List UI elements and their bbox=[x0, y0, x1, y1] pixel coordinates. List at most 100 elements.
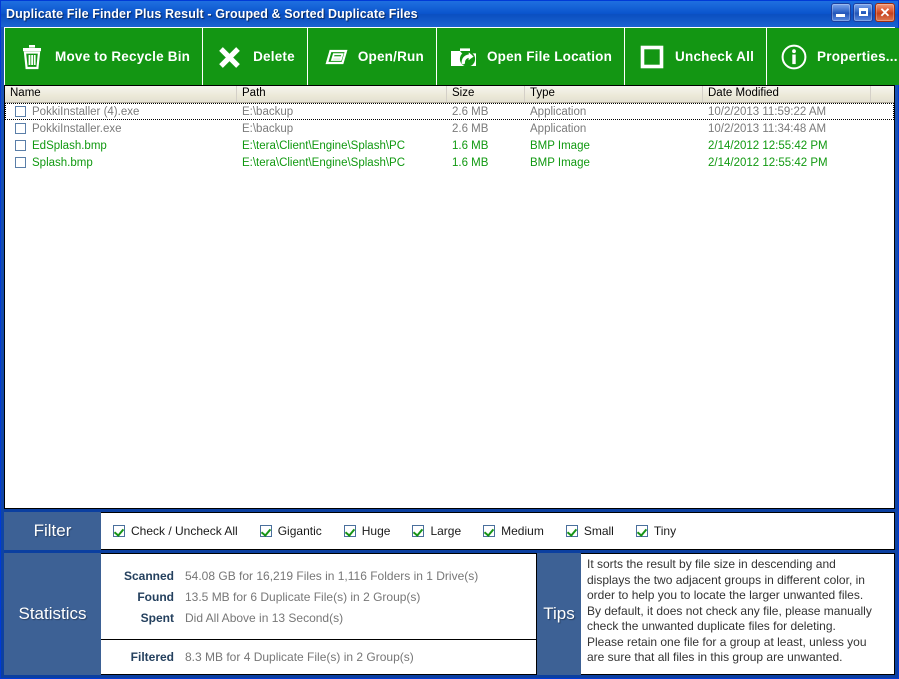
column-header-path[interactable]: Path bbox=[237, 86, 447, 102]
table-row[interactable]: EdSplash.bmp E:\tera\Client\Engine\Splas… bbox=[5, 137, 894, 154]
title-bar[interactable]: Duplicate File Finder Plus Result - Grou… bbox=[1, 1, 898, 27]
row-checkbox[interactable] bbox=[15, 157, 26, 168]
row-checkbox[interactable] bbox=[15, 106, 26, 117]
row-path-cell: E:\backup bbox=[242, 122, 294, 135]
filter-large[interactable]: Large bbox=[412, 524, 461, 538]
row-name-cell[interactable]: PokkiInstaller (4).exe bbox=[5, 106, 237, 118]
tips-line: displays the two adjacent groups in diff… bbox=[587, 572, 865, 587]
filter-label-text: Check / Uncheck All bbox=[131, 524, 238, 538]
row-name-label: PokkiInstaller.exe bbox=[32, 122, 122, 135]
delete-button[interactable]: Delete bbox=[203, 28, 308, 85]
move-to-recycle-bin-button[interactable]: Move to Recycle Bin bbox=[5, 28, 204, 85]
row-type-cell: BMP Image bbox=[530, 156, 590, 169]
table-row[interactable]: PokkiInstaller.exe E:\backup 2.6 MB Appl… bbox=[5, 120, 894, 137]
window-client-area: Move to Recycle Bin Delete Open/Run Open… bbox=[4, 27, 899, 675]
filter-huge[interactable]: Huge bbox=[343, 524, 391, 538]
row-date-cell: 10/2/2013 11:59:22 AM bbox=[708, 105, 827, 118]
statistics-row-label: Filtered bbox=[130, 650, 174, 664]
row-checkbox[interactable] bbox=[15, 123, 26, 134]
statistics-filtered: Filtered 8.3 MB for 4 Duplicate File(s) … bbox=[101, 640, 536, 674]
filter-label-text: Gigantic bbox=[277, 524, 322, 538]
statistics-row-filtered: Filtered 8.3 MB for 4 Duplicate File(s) … bbox=[101, 647, 536, 668]
tips-panel-label: Tips bbox=[537, 553, 581, 675]
tips-body: It sorts the result by file size in desc… bbox=[581, 553, 895, 675]
column-header-date-modified[interactable]: Date Modified bbox=[703, 86, 871, 102]
toolbar: Move to Recycle Bin Delete Open/Run Open… bbox=[4, 27, 899, 85]
checkbox-icon[interactable] bbox=[412, 525, 425, 537]
duplicate-file-list[interactable]: Name Path Size Type Date Modified PokkiI… bbox=[4, 85, 895, 509]
checkbox-icon[interactable] bbox=[635, 525, 648, 537]
filter-bar: Filter Check / Uncheck All Gigantic Huge… bbox=[4, 512, 895, 550]
statistics-summary: Scanned 54.08 GB for 16,219 Files in 1,1… bbox=[101, 554, 536, 640]
filter-tiny[interactable]: Tiny bbox=[635, 524, 677, 538]
open-file-location-label: Open File Location bbox=[486, 49, 613, 64]
window-title: Duplicate File Finder Plus Result - Grou… bbox=[6, 7, 418, 21]
column-header-filler bbox=[871, 86, 894, 102]
checkbox-icon[interactable] bbox=[483, 525, 496, 537]
filter-label-text: Large bbox=[430, 524, 462, 538]
row-date-cell: 2/14/2012 12:55:42 PM bbox=[708, 156, 828, 169]
row-name-label: Splash.bmp bbox=[32, 156, 93, 169]
row-type-cell: Application bbox=[530, 122, 587, 135]
statistics-row-value: 8.3 MB for 4 Duplicate File(s) in 2 Grou… bbox=[185, 650, 414, 664]
uncheck-all-label: Uncheck All bbox=[675, 49, 755, 64]
tips-line: check the unwanted duplicate files for d… bbox=[587, 619, 836, 633]
row-name-cell[interactable]: PokkiInstaller.exe bbox=[5, 123, 237, 135]
tips-line: are sure that all files in this group ar… bbox=[587, 650, 843, 664]
open-file-location-button[interactable]: Open File Location bbox=[436, 28, 626, 85]
column-header-type[interactable]: Type bbox=[525, 86, 703, 102]
tips-line: Please retain one file for a group at le… bbox=[587, 634, 867, 649]
column-header-size[interactable]: Size bbox=[447, 86, 525, 102]
x-cross-icon bbox=[215, 42, 245, 72]
close-button[interactable]: ✕ bbox=[875, 3, 895, 22]
row-name-cell[interactable]: Splash.bmp bbox=[5, 157, 237, 169]
open-run-icon bbox=[320, 42, 350, 72]
maximize-button[interactable] bbox=[853, 3, 873, 22]
row-name-label: EdSplash.bmp bbox=[32, 139, 107, 152]
row-type-cell: Application bbox=[530, 105, 587, 118]
statistics-row-found: Found 13.5 MB for 6 Duplicate File(s) in… bbox=[101, 586, 536, 607]
row-size-cell: 1.6 MB bbox=[452, 156, 489, 169]
checkbox-icon[interactable] bbox=[113, 525, 125, 537]
row-name-label: PokkiInstaller (4).exe bbox=[32, 105, 140, 118]
bottom-panels: Statistics Scanned 54.08 GB for 16,219 F… bbox=[4, 553, 895, 675]
open-run-button[interactable]: Open/Run bbox=[307, 28, 437, 85]
filter-small[interactable]: Small bbox=[565, 524, 614, 538]
filter-check-uncheck-all[interactable]: Check / Uncheck All bbox=[113, 524, 238, 538]
filter-medium[interactable]: Medium bbox=[483, 524, 544, 538]
checkbox-icon[interactable] bbox=[565, 525, 578, 537]
row-date-cell: 2/14/2012 12:55:42 PM bbox=[708, 139, 828, 152]
move-to-recycle-bin-label: Move to Recycle Bin bbox=[55, 49, 191, 64]
filter-label-text: Tiny bbox=[653, 524, 677, 538]
checkbox-icon[interactable] bbox=[259, 525, 272, 537]
statistics-row-scanned: Scanned 54.08 GB for 16,219 Files in 1,1… bbox=[101, 565, 536, 586]
statistics-row-value: Did All Above in 13 Second(s) bbox=[185, 610, 344, 625]
application-window: Duplicate File Finder Plus Result - Grou… bbox=[0, 0, 899, 679]
statistics-body: Scanned 54.08 GB for 16,219 Files in 1,1… bbox=[101, 553, 537, 675]
row-checkbox[interactable] bbox=[15, 140, 26, 151]
uncheck-all-button[interactable]: Uncheck All bbox=[625, 28, 768, 85]
checkbox-icon[interactable] bbox=[343, 525, 356, 537]
trash-icon bbox=[17, 42, 47, 72]
filter-label-text: Huge bbox=[361, 524, 391, 538]
properties-button[interactable]: Properties... bbox=[767, 28, 899, 85]
filter-gigantic[interactable]: Gigantic bbox=[259, 524, 322, 538]
row-size-cell: 2.6 MB bbox=[452, 122, 489, 135]
statistics-row-label: Spent bbox=[140, 610, 174, 625]
tips-line: It sorts the result by file size in desc… bbox=[587, 557, 836, 571]
tips-line: order to help you to locate the larger u… bbox=[587, 588, 864, 602]
statistics-row-label: Scanned bbox=[123, 568, 174, 583]
row-date-cell: 10/2/2013 11:34:48 AM bbox=[708, 122, 827, 135]
tips-line: By default, it does not check any file, … bbox=[587, 603, 872, 618]
properties-label: Properties... bbox=[817, 49, 898, 64]
minimize-button[interactable] bbox=[831, 3, 851, 22]
statistics-panel-label: Statistics bbox=[4, 553, 101, 675]
filter-options: Check / Uncheck All Gigantic Huge Large … bbox=[101, 512, 895, 550]
open-run-label: Open/Run bbox=[357, 49, 424, 64]
table-row[interactable]: Splash.bmp E:\tera\Client\Engine\Splash\… bbox=[5, 154, 894, 171]
table-row[interactable]: PokkiInstaller (4).exe E:\backup 2.6 MB … bbox=[5, 103, 894, 120]
row-name-cell[interactable]: EdSplash.bmp bbox=[5, 140, 237, 152]
folder-arrow-icon bbox=[449, 42, 479, 72]
row-path-cell: E:\tera\Client\Engine\Splash\PC bbox=[242, 156, 406, 169]
column-header-name[interactable]: Name bbox=[5, 86, 237, 102]
